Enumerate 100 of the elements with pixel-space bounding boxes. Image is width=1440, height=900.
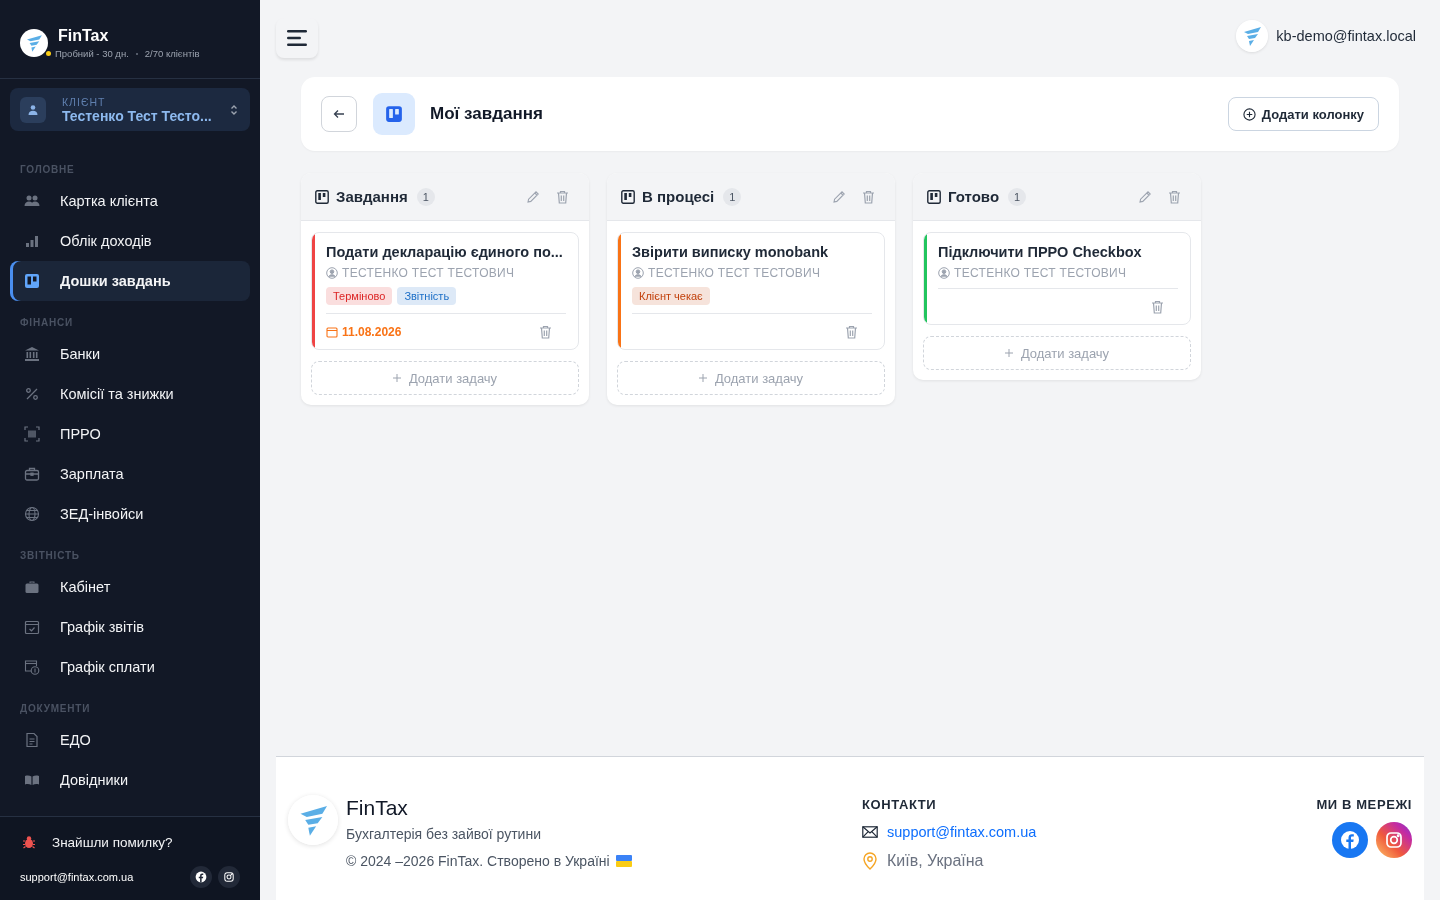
user-circle-icon [632,267,644,279]
bank-icon [24,346,40,362]
plan-label: Пробний - 30 дн. [55,48,129,59]
kanban-icon [621,189,635,204]
barcode-icon [24,426,40,442]
user-circle-icon [326,267,338,279]
trash-icon[interactable] [539,325,552,339]
column-title: В процесі [642,188,715,205]
instagram-icon [223,871,235,883]
brand-name: FinTax [58,27,110,45]
task-title: Звірити виписку monobank [632,244,830,260]
globe-icon [24,506,40,522]
menu-icon [286,29,308,47]
flag-icon [615,855,632,867]
kanban-icon [373,93,415,135]
sidebar-item[interactable]: Банки [10,334,250,374]
people-icon [24,193,40,209]
edit-icon[interactable] [1138,189,1152,204]
mail-icon [862,826,878,838]
sidebar-item[interactable]: Картка клієнта [10,181,250,221]
sidebar-item[interactable]: Кабінет [10,567,250,607]
due-date: 11.08.2026 [326,325,402,339]
trash-icon[interactable] [556,189,569,204]
instagram-button[interactable] [1376,822,1412,858]
trash-icon[interactable] [1168,189,1181,204]
logo-icon [20,29,48,57]
count-badge: 1 [416,187,435,206]
column-title: Готово [948,188,1000,205]
tag: Терміново [326,287,393,305]
column-title: Завдання [336,188,408,205]
document-icon [24,732,40,748]
calendar-icon [326,326,338,338]
sidebar-item[interactable]: Довідники [10,760,250,800]
assignee: ТЕСТЕНКО ТЕСТ ТЕСТОВИЧ [632,266,872,280]
section-title: МИ В МЕРЕЖІ [1316,797,1412,812]
facebook-icon [1340,830,1360,850]
copyright: © 2024 –2026 FinTax. Створено в Україні [346,853,610,869]
support-email: support@fintax.com.ua [20,871,134,883]
client-count: 2/70 клієнтів [144,48,200,59]
user-email[interactable]: kb-demo@fintax.local [1276,28,1416,44]
email-link[interactable]: support@fintax.com.ua [887,824,1037,840]
tagline: Бухгалтерія без зайвої рутини [346,826,542,842]
section-title: ГОЛОВНЕ [19,163,76,177]
page-title: Мої завдання [430,104,544,124]
count-badge: 1 [723,187,742,206]
facebook-icon [195,871,207,883]
sidebar-item[interactable]: Комісії та знижки [10,374,250,414]
section-title: ДОКУМЕНТИ [19,702,92,716]
client-picker[interactable]: КЛІЄНТ Тестенко Тест Тесто... [10,88,250,131]
sidebar-item[interactable]: ПРРО [10,414,250,454]
tag: Клієнт чекає [632,287,710,305]
sidebar-item[interactable]: ЕДО [10,720,250,760]
calendar-icon [24,619,40,635]
logo-icon [288,795,338,845]
instagram-icon [1384,830,1404,850]
trash-icon[interactable] [1151,300,1164,314]
calendar-coin-icon [24,659,40,675]
briefcase-icon [24,579,40,595]
footer-brand: FinTax [346,795,409,821]
sidebar-item[interactable]: ЗЕД-інвойси [10,494,250,534]
trash-icon[interactable] [862,189,875,204]
facebook-button[interactable] [190,866,212,888]
plus-circle-icon [1242,107,1256,121]
task-card[interactable]: Подати декларацію єдиного по... ТЕСТЕНКО ТЕСТ ТЕСТОВИЧ Терміново Звітність 11.08.2026 [311,232,579,350]
menu-button[interactable] [276,18,318,58]
section-title: ЗВІТНІСТЬ [19,549,81,563]
user-icon [20,96,46,123]
count-badge: 1 [1008,187,1027,206]
edit-icon[interactable] [526,189,540,204]
bar-chart-icon [24,233,40,249]
back-button[interactable] [321,96,357,132]
task-title: Подати декларацію єдиного по... [326,244,564,260]
section-title: ФІНАНСИ [19,316,74,330]
avatar-icon [1236,20,1269,52]
section-title: КОНТАКТИ [862,797,938,812]
task-title: Підключити ПРРО Checkbox [938,244,1143,260]
assignee: ТЕСТЕНКО ТЕСТ ТЕСТОВИЧ [938,266,1178,280]
kanban-icon [24,273,40,289]
add-column-button[interactable]: Додати колонку [1227,97,1379,131]
sidebar-item[interactable]: Дошки завдань [10,261,250,301]
task-card[interactable]: Звірити виписку monobank ТЕСТЕНКО ТЕСТ ТЕСТОВИЧ Клієнт чекає [617,232,885,350]
sidebar-item[interactable]: Зарплата [10,454,250,494]
briefcase-icon [24,466,40,482]
task-card[interactable]: Підключити ПРРО Checkbox ТЕСТЕНКО ТЕСТ ТЕСТОВИЧ [923,232,1191,325]
edit-icon[interactable] [832,189,846,204]
sidebar-item[interactable]: Графік сплати [10,647,250,687]
sidebar-item[interactable]: Облік доходів [10,221,250,261]
bug-report-link[interactable]: Знайшли помилку? [20,828,173,856]
plus-icon [392,374,401,382]
sidebar-item[interactable]: Графік звітів [10,607,250,647]
trash-icon[interactable] [845,325,858,339]
percent-icon [24,386,40,402]
assignee: ТЕСТЕНКО ТЕСТ ТЕСТОВИЧ [326,266,566,280]
user-circle-icon [938,267,950,279]
instagram-button[interactable] [218,866,240,888]
chevron-updown-icon [230,103,238,116]
location-pin-icon [862,852,878,870]
kanban-icon [315,189,329,204]
status-dot [46,51,51,56]
tag: Звітність [397,287,457,305]
